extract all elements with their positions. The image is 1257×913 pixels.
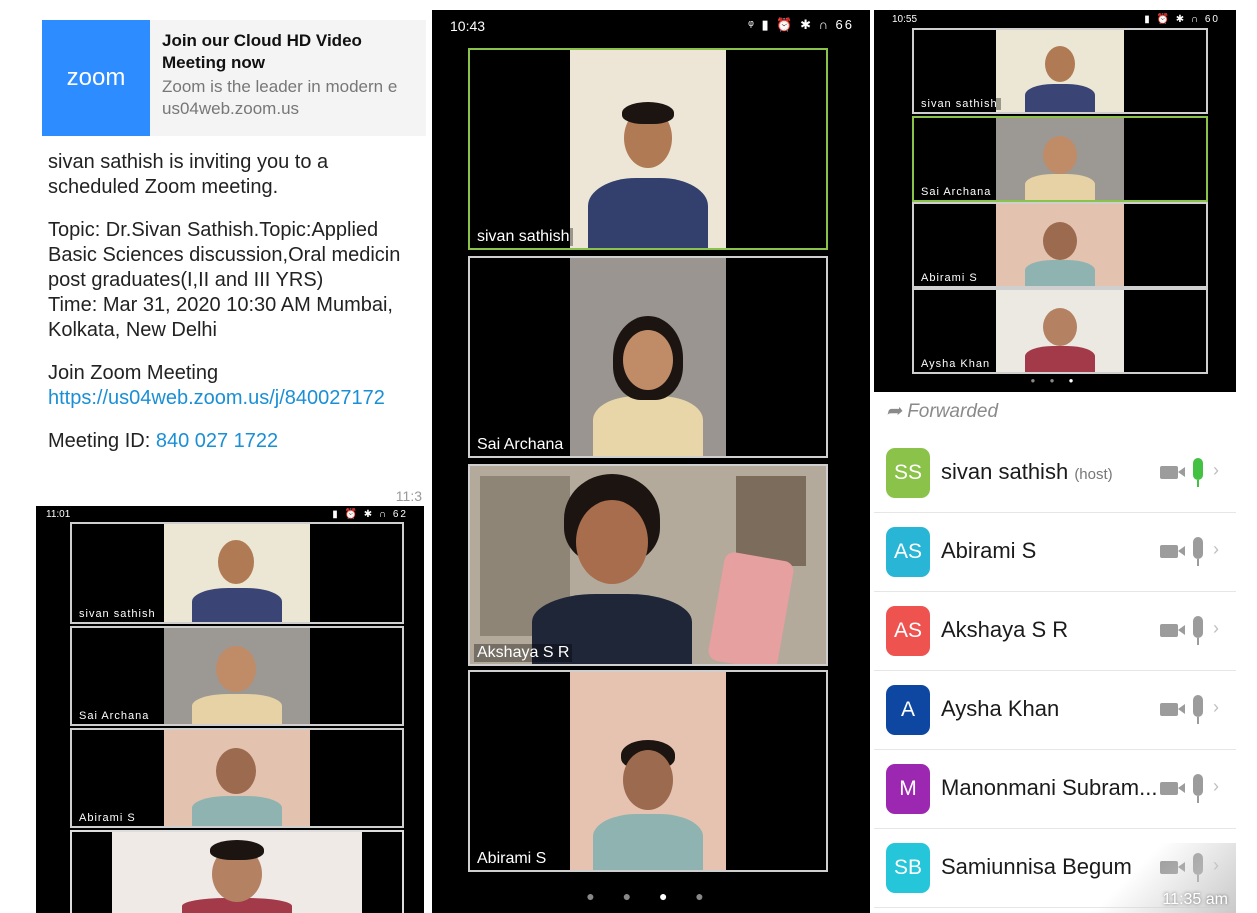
status-bar: 10:55 ▮ ⏰ ✱ ∩ 60 — [874, 10, 1236, 28]
microphone-icon[interactable] — [1193, 774, 1203, 803]
status-time: 10:55 — [892, 14, 918, 25]
status-bar: 11:01 ▮ ⏰ ✱ ∩ 62 — [36, 506, 424, 522]
microphone-icon[interactable] — [1193, 537, 1203, 566]
participant-name-label: Abirami S — [474, 850, 550, 868]
preview-description: Zoom is the leader in modern e — [162, 77, 398, 96]
forward-arrow-icon: ➦ — [886, 401, 902, 422]
status-bar: 10:43 ᵠ ▮ ⏰ ✱ ∩ 66 — [432, 10, 870, 38]
video-camera-icon[interactable] — [1160, 624, 1185, 637]
small-phone-screen-bottom: 11:01 ▮ ⏰ ✱ ∩ 62 sivan sathish Sai Archa… — [36, 506, 424, 913]
zoom-logo: zoom — [42, 20, 150, 136]
meeting-id-label: Meeting ID: — [48, 430, 151, 452]
message-line: scheduled Zoom meeting. — [48, 176, 279, 198]
forwarded-label: ➦ Forwarded — [886, 401, 999, 422]
participant-name-label: Sai Archana — [76, 710, 153, 722]
video-tile[interactable]: Sai Archana — [468, 256, 828, 458]
invitation-message: sivan sathish is inviting you to a sched… — [48, 150, 426, 454]
main-phone-screen: 10:43 ᵠ ▮ ⏰ ✱ ∩ 66 sivan sathish Sai Arc… — [432, 10, 870, 913]
video-tile[interactable]: Sai Archana — [70, 626, 404, 726]
participant-avatar: AS — [886, 527, 930, 577]
participant-name-label: Abirami S — [76, 812, 139, 824]
preview-title: Join our Cloud HD Video Meeting now — [162, 31, 362, 72]
page-indicator[interactable]: ● ● ● — [874, 376, 1236, 385]
participant-avatar: SB — [886, 843, 930, 893]
microphone-icon[interactable] — [1193, 616, 1203, 645]
message-time: 11:3 — [395, 488, 422, 504]
message-line: Time: Mar 31, 2020 10:30 AM Mumbai, — [48, 294, 393, 316]
video-tile[interactable] — [70, 830, 404, 913]
participant-avatar: SS — [886, 448, 930, 498]
small-phone-screen-top: 10:55 ▮ ⏰ ✱ ∩ 60 sivan sathish Sai Archa… — [874, 10, 1236, 392]
microphone-icon[interactable] — [1193, 458, 1203, 487]
participant-row[interactable]: M Manonmani Subram... › — [874, 750, 1236, 829]
message-line: Join Zoom Meeting — [48, 362, 219, 384]
message-line: Topic: Dr.Sivan Sathish.Topic:Applied — [48, 219, 379, 241]
message-time: 11:35 am — [1162, 891, 1228, 908]
chevron-right-icon[interactable]: › — [1213, 539, 1219, 560]
video-tile[interactable]: Abirami S — [70, 728, 404, 828]
video-tile[interactable]: Akshaya S R — [468, 464, 828, 666]
video-tile[interactable]: sivan sathish — [912, 28, 1208, 114]
participant-row[interactable]: A Aysha Khan › — [874, 671, 1236, 750]
participant-name: Akshaya S R — [941, 617, 1069, 642]
participants-panel: ➦ Forwarded SS sivan sathish (host) › AS Abi… — [874, 392, 1236, 913]
video-tile[interactable]: Sai Archana — [912, 116, 1208, 202]
participant-name-label: sivan sathish — [76, 608, 159, 620]
participant-row[interactable]: AS Abirami S › — [874, 513, 1236, 592]
participant-row[interactable]: SS sivan sathish (host) › — [874, 434, 1236, 513]
participant-avatar: AS — [886, 606, 930, 656]
participant-avatar: A — [886, 685, 930, 735]
video-camera-icon[interactable] — [1160, 703, 1185, 716]
message-line: Kolkata, New Delhi — [48, 319, 217, 341]
meeting-id-link[interactable]: 840 027 1722 — [156, 430, 278, 452]
participant-name-label: Sai Archana — [918, 186, 995, 198]
video-tile[interactable]: Aysha Khan — [912, 288, 1208, 374]
chevron-right-icon[interactable]: › — [1213, 460, 1219, 481]
participant-name-label: sivan sathish — [918, 98, 1001, 110]
participant-video — [569, 258, 727, 456]
status-icons: ▮ ⏰ ✱ ∩ 60 — [1144, 14, 1220, 25]
participant-video — [569, 672, 727, 870]
participant-name: sivan sathish (host) — [941, 459, 1113, 484]
chevron-right-icon[interactable]: › — [1213, 618, 1219, 639]
participant-name: Manonmani Subram... — [941, 775, 1158, 800]
video-camera-icon[interactable] — [1160, 545, 1185, 558]
participant-name-label: Sai Archana — [474, 436, 567, 454]
status-time: 11:01 — [46, 509, 71, 520]
participant-avatar: M — [886, 764, 930, 814]
participant-video — [470, 466, 826, 664]
video-camera-icon[interactable] — [1160, 466, 1185, 479]
video-tile[interactable]: sivan sathish — [70, 522, 404, 624]
status-time: 10:43 — [450, 18, 486, 34]
participant-name-label: Akshaya S R — [474, 644, 573, 662]
participant-name-label: sivan sathish — [474, 228, 573, 246]
status-icons: ▮ ⏰ ✱ ∩ 62 — [332, 509, 408, 520]
host-tag: (host) — [1074, 466, 1113, 483]
chevron-right-icon[interactable]: › — [1213, 697, 1219, 718]
message-line: sivan sathish is inviting you to a — [48, 151, 329, 173]
participant-name: Aysha Khan — [941, 696, 1060, 721]
participant-name: Abirami S — [941, 538, 1037, 563]
participant-name-label: Aysha Khan — [918, 358, 994, 370]
participant-video — [569, 50, 727, 248]
participant-row[interactable]: AS Akshaya S R › — [874, 592, 1236, 671]
chat-invitation-panel: zoom Join our Cloud HD Video Meeting now… — [28, 10, 426, 506]
chevron-right-icon[interactable]: › — [1213, 776, 1219, 797]
link-preview-card[interactable]: zoom Join our Cloud HD Video Meeting now… — [42, 20, 426, 136]
page-indicator[interactable]: ● ● ● ● — [432, 888, 870, 904]
video-tile[interactable]: Abirami S — [468, 670, 828, 872]
video-tile[interactable]: Abirami S — [912, 202, 1208, 288]
message-line: post graduates(I,II and III YRS) — [48, 269, 324, 291]
status-icons: ᵠ ▮ ⏰ ✱ ∩ 66 — [748, 17, 854, 32]
microphone-icon[interactable] — [1193, 695, 1203, 724]
preview-domain: us04web.zoom.us — [162, 99, 300, 118]
join-meeting-link[interactable]: https://us04web.zoom.us/j/840027172 — [48, 386, 426, 411]
video-tile[interactable]: sivan sathish — [468, 48, 828, 250]
message-line: Basic Sciences discussion,Oral medicin — [48, 244, 401, 266]
video-camera-icon[interactable] — [1160, 782, 1185, 795]
participant-name-label: Abirami S — [918, 272, 981, 284]
